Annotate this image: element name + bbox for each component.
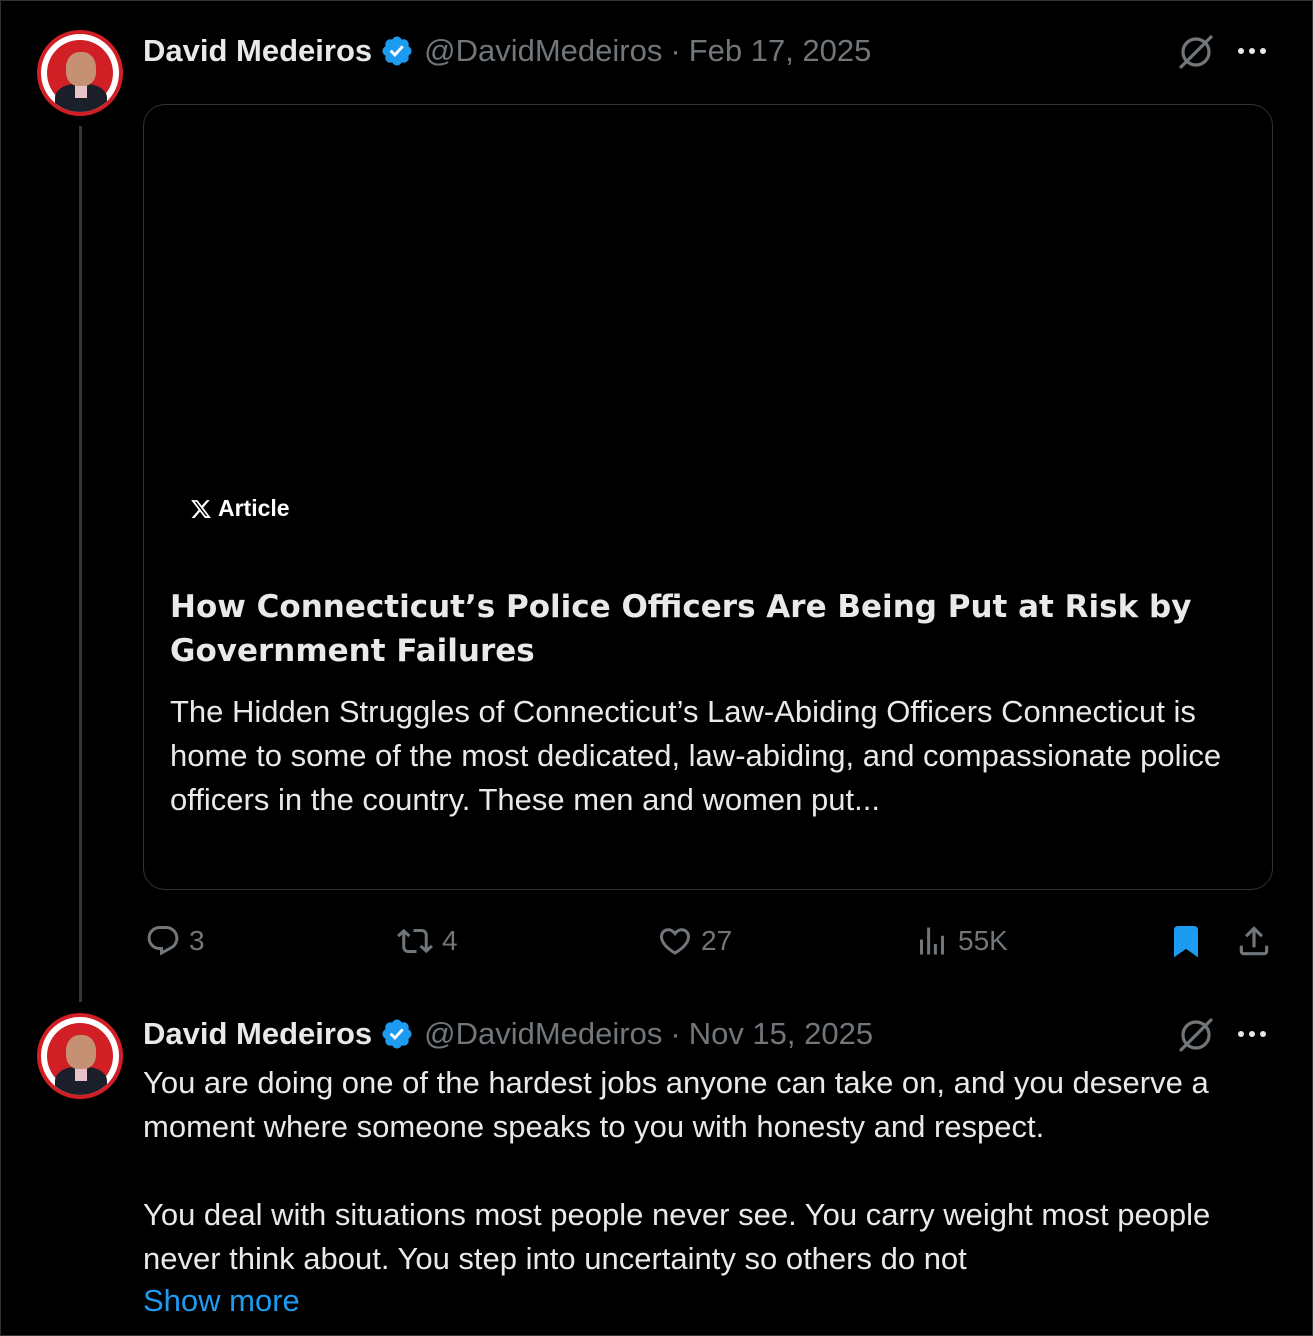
- avatar[interactable]: [37, 30, 123, 116]
- share-icon: [1239, 926, 1269, 956]
- author-name[interactable]: David Medeiros: [143, 33, 372, 69]
- bookmark-icon: [1174, 926, 1198, 958]
- post-paragraph: You deal with situations most people nev…: [143, 1197, 1211, 1276]
- show-more-link[interactable]: Show more: [143, 1279, 300, 1323]
- repost-icon: [397, 928, 433, 954]
- avatar-collar: [75, 84, 87, 98]
- reply-count: 3: [189, 925, 205, 956]
- grok-icon[interactable]: [1176, 1015, 1216, 1055]
- article-badge-label: Article: [218, 495, 290, 521]
- separator-dot: ·: [670, 1016, 681, 1051]
- verified-badge-icon: [380, 34, 414, 68]
- verified-badge-icon: [380, 1017, 414, 1051]
- view-count: 55K: [958, 925, 1008, 956]
- post-header: David Medeiros @DavidMedeiros · Nov 15, …: [143, 1014, 873, 1054]
- grok-icon[interactable]: [1176, 32, 1216, 72]
- article-badge: Article: [190, 495, 290, 522]
- reply-icon: [147, 926, 179, 956]
- repost-count: 4: [442, 925, 458, 956]
- avatar-face: [66, 52, 96, 86]
- post-paragraph: You are doing one of the hardest jobs an…: [143, 1065, 1209, 1144]
- views-icon: [920, 927, 944, 955]
- views-button[interactable]: 55K: [914, 918, 1008, 964]
- heart-icon: [659, 928, 691, 955]
- article-card[interactable]: Article How Connecticut’s Police Officer…: [143, 104, 1273, 890]
- thread-connector-line: [79, 126, 82, 1002]
- avatar-face: [66, 1035, 96, 1069]
- avatar-collar: [75, 1067, 87, 1081]
- reply-button[interactable]: 3: [145, 918, 205, 964]
- like-button[interactable]: 27: [657, 918, 732, 964]
- post-date[interactable]: Feb 17, 2025: [689, 33, 872, 69]
- author-name[interactable]: David Medeiros: [143, 1016, 372, 1052]
- post-body: You are doing one of the hardest jobs an…: [143, 1061, 1278, 1281]
- avatar[interactable]: [37, 1013, 123, 1099]
- post-header: David Medeiros @DavidMedeiros · Feb 17, …: [143, 31, 871, 71]
- author-handle[interactable]: @DavidMedeiros: [424, 1016, 662, 1052]
- article-title[interactable]: How Connecticut’s Police Officers Are Be…: [170, 585, 1250, 673]
- author-handle[interactable]: @DavidMedeiros: [424, 33, 662, 69]
- share-button[interactable]: [1235, 918, 1281, 964]
- bookmark-button[interactable]: [1168, 918, 1212, 964]
- post-actions: 3 4 27 55K: [143, 918, 1273, 964]
- more-options-icon[interactable]: [1238, 1028, 1274, 1040]
- x-logo-icon: [191, 499, 211, 518]
- article-snippet: The Hidden Struggles of Connecticut’s La…: [170, 694, 1222, 817]
- separator-dot: ·: [670, 33, 681, 68]
- like-count: 27: [701, 925, 733, 956]
- post-date[interactable]: Nov 15, 2025: [689, 1016, 873, 1052]
- repost-button[interactable]: 4: [396, 918, 458, 964]
- more-options-icon[interactable]: [1238, 45, 1274, 57]
